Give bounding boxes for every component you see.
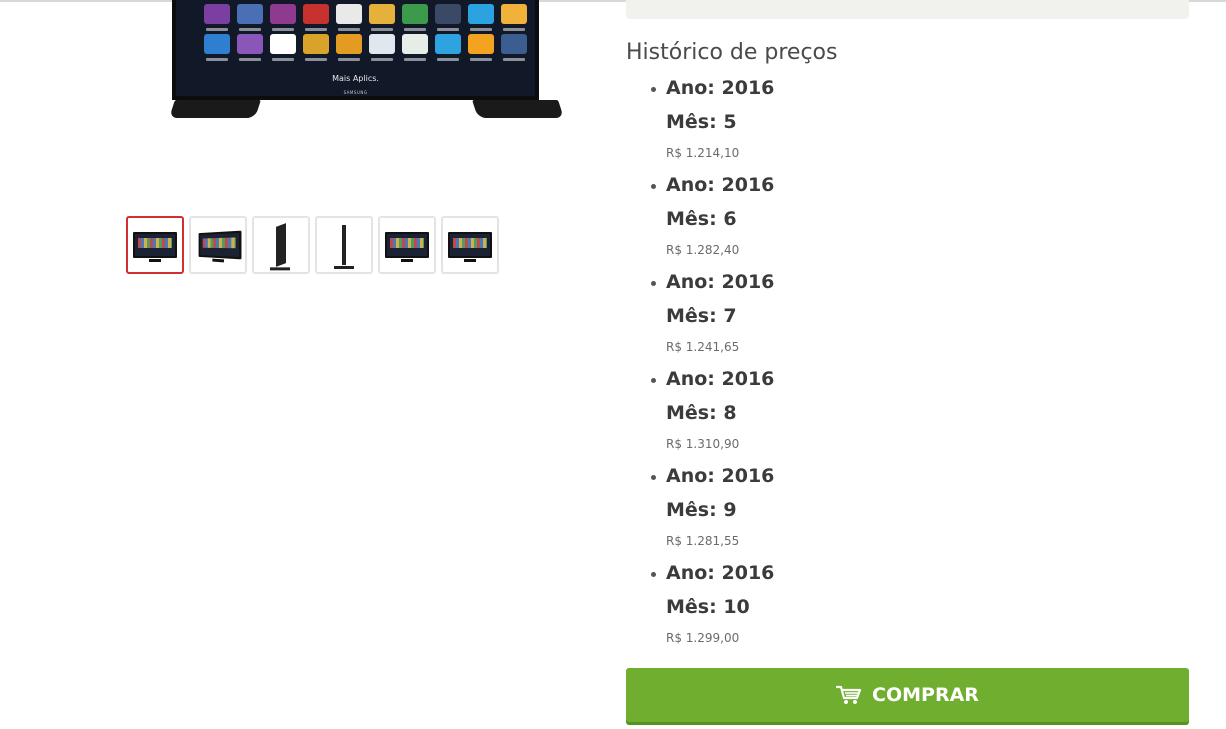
app-tile [468, 34, 494, 61]
app-tile [204, 4, 230, 31]
history-month-label: Mês: [666, 305, 724, 327]
history-year-label: Ano: [666, 465, 722, 487]
price-history-item: Ano: 2016 Mês: 7 R$ 1.241,65 [651, 268, 1166, 365]
thumbnail-1[interactable] [126, 216, 184, 274]
thumbnail-tv-image [133, 232, 177, 262]
history-year-label: Ano: [666, 174, 722, 196]
history-year-label: Ano: [666, 368, 722, 390]
app-tile [336, 4, 362, 31]
history-month-value: 9 [723, 499, 737, 521]
history-month-label: Mês: [666, 208, 724, 230]
thumbnail-tv-image [448, 232, 492, 262]
history-year-label: Ano: [666, 562, 722, 584]
app-tile [402, 34, 428, 61]
history-month: Mês: 10 [666, 593, 1166, 627]
thumbnail-3[interactable] [252, 216, 310, 274]
history-year-label: Ano: [666, 77, 722, 99]
history-month: Mês: 8 [666, 399, 1166, 433]
history-price: R$ 1.241,65 [666, 340, 740, 354]
history-month-value: 8 [723, 402, 737, 424]
history-month: Mês: 9 [666, 496, 1166, 530]
price-history-item: Ano: 2016 Mês: 6 R$ 1.282,40 [651, 171, 1166, 268]
history-month-label: Mês: [666, 499, 724, 521]
thumbnail-2[interactable] [189, 216, 247, 274]
history-month-value: 7 [723, 305, 737, 327]
price-history-item: Ano: 2016 Mês: 9 R$ 1.281,55 [651, 462, 1166, 559]
buy-button-label: COMPRAR [872, 684, 979, 706]
history-year: Ano: 2016 [666, 559, 1166, 593]
app-tile [270, 34, 296, 61]
history-year: Ano: 2016 [666, 171, 1166, 205]
thumbnail-tv-image [198, 230, 242, 260]
app-tile [336, 34, 362, 61]
history-price: R$ 1.282,40 [666, 243, 740, 257]
history-price: R$ 1.281,55 [666, 534, 740, 548]
history-month-label: Mês: [666, 111, 724, 133]
history-month: Mês: 7 [666, 302, 1166, 336]
thumbnail-4[interactable] [315, 216, 373, 274]
thumbnail-strip [126, 216, 499, 274]
history-month-value: 10 [723, 596, 750, 618]
app-tile [369, 34, 395, 61]
history-month-label: Mês: [666, 402, 724, 424]
price-history-list: Ano: 2016 Mês: 5 R$ 1.214,10 Ano: 2016 Mês: … [651, 74, 1166, 656]
history-year-value: 2016 [721, 77, 775, 99]
history-year-value: 2016 [721, 174, 775, 196]
price-history-item: Ano: 2016 Mês: 8 R$ 1.310,90 [651, 365, 1166, 462]
history-month-value: 5 [723, 111, 737, 133]
thumbnail-6[interactable] [441, 216, 499, 274]
app-tile [501, 34, 527, 61]
history-year: Ano: 2016 [666, 268, 1166, 302]
history-month-label: Mês: [666, 596, 724, 618]
app-tile [303, 4, 329, 31]
app-tile [369, 4, 395, 31]
tv-screen-caption: Mais Aplics. [332, 74, 379, 83]
history-price: R$ 1.310,90 [666, 437, 740, 451]
tv-stand-right [472, 100, 564, 118]
app-tile [468, 4, 494, 31]
price-history-item: Ano: 2016 Mês: 10 R$ 1.299,00 [651, 559, 1166, 656]
history-month: Mês: 6 [666, 205, 1166, 239]
cart-icon [836, 685, 862, 704]
history-year-label: Ano: [666, 271, 722, 293]
history-year-value: 2016 [721, 368, 775, 390]
app-tile [435, 4, 461, 31]
app-tile [435, 34, 461, 61]
history-year: Ano: 2016 [666, 74, 1166, 108]
history-year-value: 2016 [721, 271, 775, 293]
history-price: R$ 1.214,10 [666, 146, 740, 160]
history-price: R$ 1.299,00 [666, 631, 740, 645]
history-year-value: 2016 [721, 465, 775, 487]
history-year: Ano: 2016 [666, 365, 1166, 399]
history-month-value: 6 [723, 208, 737, 230]
history-month: Mês: 5 [666, 108, 1166, 142]
price-history-title: Histórico de preços [626, 40, 838, 65]
thumbnail-tv-image [334, 225, 354, 269]
app-tile [237, 34, 263, 61]
app-tile [402, 4, 428, 31]
buy-button[interactable]: COMPRAR [626, 668, 1189, 722]
tv-screen: Mais Aplics. SAMSUNG [172, 0, 539, 100]
product-info-box [626, 0, 1189, 19]
tv-stand-left [169, 100, 261, 118]
thumbnail-tv-image [385, 232, 429, 262]
price-history-item: Ano: 2016 Mês: 5 R$ 1.214,10 [651, 74, 1166, 171]
product-main-image[interactable]: Mais Aplics. SAMSUNG [150, 0, 590, 125]
thumbnail-tv-image [276, 223, 286, 267]
thumbnail-5[interactable] [378, 216, 436, 274]
app-tile [501, 4, 527, 31]
app-tile [204, 34, 230, 61]
tv-app-grid [204, 4, 527, 61]
app-tile [303, 34, 329, 61]
history-year-value: 2016 [721, 562, 775, 584]
app-tile [237, 4, 263, 31]
history-year: Ano: 2016 [666, 462, 1166, 496]
tv-brand-logo: SAMSUNG [343, 90, 368, 95]
app-tile [270, 4, 296, 31]
